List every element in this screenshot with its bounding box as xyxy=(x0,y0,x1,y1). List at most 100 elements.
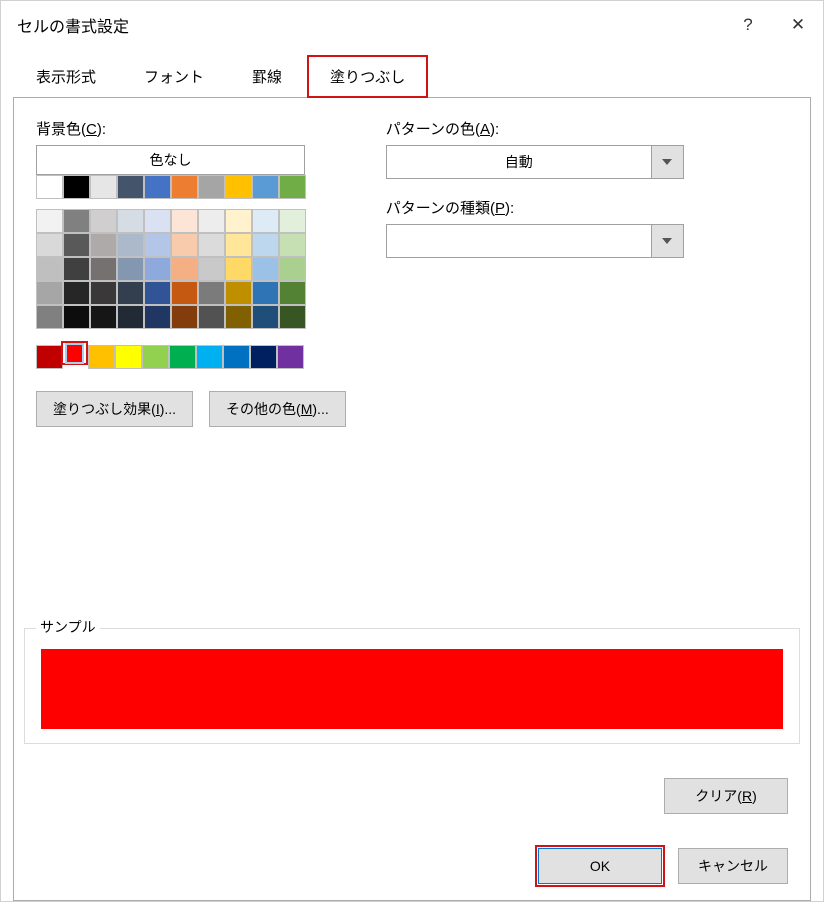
dialog-footer-buttons: OK キャンセル xyxy=(538,848,788,884)
tab-fill[interactable]: 塗りつぶし xyxy=(307,55,428,98)
cancel-button[interactable]: キャンセル xyxy=(678,848,788,884)
sample-preview xyxy=(41,649,783,729)
color-swatch[interactable] xyxy=(225,257,252,281)
color-swatch[interactable] xyxy=(117,209,144,233)
color-swatch[interactable] xyxy=(144,175,171,199)
chevron-down-icon xyxy=(651,225,683,257)
color-swatch[interactable] xyxy=(198,233,225,257)
palette-theme-row xyxy=(36,175,346,199)
color-swatch[interactable] xyxy=(63,281,90,305)
color-swatch[interactable] xyxy=(198,257,225,281)
color-swatch[interactable] xyxy=(171,233,198,257)
color-swatch[interactable] xyxy=(63,233,90,257)
chevron-down-icon xyxy=(651,146,683,178)
color-swatch[interactable] xyxy=(90,257,117,281)
color-swatch[interactable] xyxy=(88,345,115,369)
color-swatch[interactable] xyxy=(196,345,223,369)
color-swatch[interactable] xyxy=(36,281,63,305)
palette-shade-row xyxy=(36,209,346,233)
color-swatch[interactable] xyxy=(117,257,144,281)
color-swatch[interactable] xyxy=(36,257,63,281)
color-swatch[interactable] xyxy=(171,281,198,305)
color-swatch[interactable] xyxy=(225,175,252,199)
color-swatch[interactable] xyxy=(252,209,279,233)
color-swatch[interactable] xyxy=(90,209,117,233)
palette-standard-row xyxy=(36,345,346,369)
color-swatch[interactable] xyxy=(144,233,171,257)
color-swatch-selected[interactable] xyxy=(61,341,88,365)
color-swatch[interactable] xyxy=(250,345,277,369)
sample-label: サンプル xyxy=(36,617,100,637)
color-swatch[interactable] xyxy=(171,175,198,199)
color-swatch[interactable] xyxy=(252,257,279,281)
color-swatch[interactable] xyxy=(90,233,117,257)
close-button[interactable]: ✕ xyxy=(773,1,823,49)
color-swatch[interactable] xyxy=(90,175,117,199)
color-swatch[interactable] xyxy=(279,281,306,305)
titlebar: セルの書式設定 ? ✕ xyxy=(1,1,823,49)
color-swatch[interactable] xyxy=(36,233,63,257)
tab-font[interactable]: フォント xyxy=(121,55,227,98)
color-swatch[interactable] xyxy=(144,209,171,233)
color-swatch[interactable] xyxy=(279,305,306,329)
color-swatch[interactable] xyxy=(252,233,279,257)
color-swatch[interactable] xyxy=(144,281,171,305)
color-swatch[interactable] xyxy=(36,209,63,233)
color-swatch[interactable] xyxy=(198,281,225,305)
color-swatch[interactable] xyxy=(117,175,144,199)
color-swatch[interactable] xyxy=(223,345,250,369)
pattern-type-value xyxy=(387,225,651,257)
color-swatch[interactable] xyxy=(198,305,225,329)
color-swatch[interactable] xyxy=(36,305,63,329)
color-swatch[interactable] xyxy=(63,209,90,233)
color-swatch[interactable] xyxy=(171,257,198,281)
color-swatch[interactable] xyxy=(225,209,252,233)
color-swatch[interactable] xyxy=(63,305,90,329)
color-swatch[interactable] xyxy=(117,305,144,329)
color-swatch[interactable] xyxy=(225,305,252,329)
color-swatch[interactable] xyxy=(169,345,196,369)
sample-group: サンプル xyxy=(24,628,800,744)
color-swatch[interactable] xyxy=(63,257,90,281)
help-button[interactable]: ? xyxy=(723,1,773,49)
color-swatch[interactable] xyxy=(279,209,306,233)
color-swatch[interactable] xyxy=(90,305,117,329)
color-swatch[interactable] xyxy=(198,209,225,233)
color-swatch[interactable] xyxy=(144,257,171,281)
color-swatch[interactable] xyxy=(225,233,252,257)
no-color-button[interactable]: 色なし xyxy=(36,145,305,175)
color-swatch[interactable] xyxy=(142,345,169,369)
color-swatch[interactable] xyxy=(252,305,279,329)
color-swatch[interactable] xyxy=(252,281,279,305)
color-swatch[interactable] xyxy=(36,175,63,199)
ok-button[interactable]: OK xyxy=(538,848,662,884)
window-title: セルの書式設定 xyxy=(17,13,723,37)
fill-effects-button[interactable]: 塗りつぶし効果(I)... xyxy=(36,391,193,427)
color-swatch[interactable] xyxy=(144,305,171,329)
color-swatch[interactable] xyxy=(171,305,198,329)
palette-shade-row xyxy=(36,281,346,305)
pattern-color-value: 自動 xyxy=(387,146,651,178)
pattern-color-label: パターンの色(A): xyxy=(386,118,684,139)
color-swatch[interactable] xyxy=(117,233,144,257)
tab-display-format[interactable]: 表示形式 xyxy=(13,55,119,98)
color-swatch[interactable] xyxy=(198,175,225,199)
color-swatch[interactable] xyxy=(115,345,142,369)
color-swatch[interactable] xyxy=(90,281,117,305)
clear-button[interactable]: クリア(R) xyxy=(664,778,788,814)
color-swatch[interactable] xyxy=(117,281,144,305)
color-swatch[interactable] xyxy=(171,209,198,233)
color-swatch[interactable] xyxy=(225,281,252,305)
color-swatch[interactable] xyxy=(36,345,63,369)
color-swatch[interactable] xyxy=(277,345,304,369)
more-colors-button[interactable]: その他の色(M)... xyxy=(209,391,346,427)
pattern-type-select[interactable] xyxy=(386,224,684,258)
color-swatch[interactable] xyxy=(279,175,306,199)
tab-border[interactable]: 罫線 xyxy=(229,55,305,98)
color-swatch[interactable] xyxy=(279,233,306,257)
palette-shade-row xyxy=(36,257,346,281)
pattern-color-select[interactable]: 自動 xyxy=(386,145,684,179)
color-swatch[interactable] xyxy=(63,175,90,199)
color-swatch[interactable] xyxy=(252,175,279,199)
color-swatch[interactable] xyxy=(279,257,306,281)
